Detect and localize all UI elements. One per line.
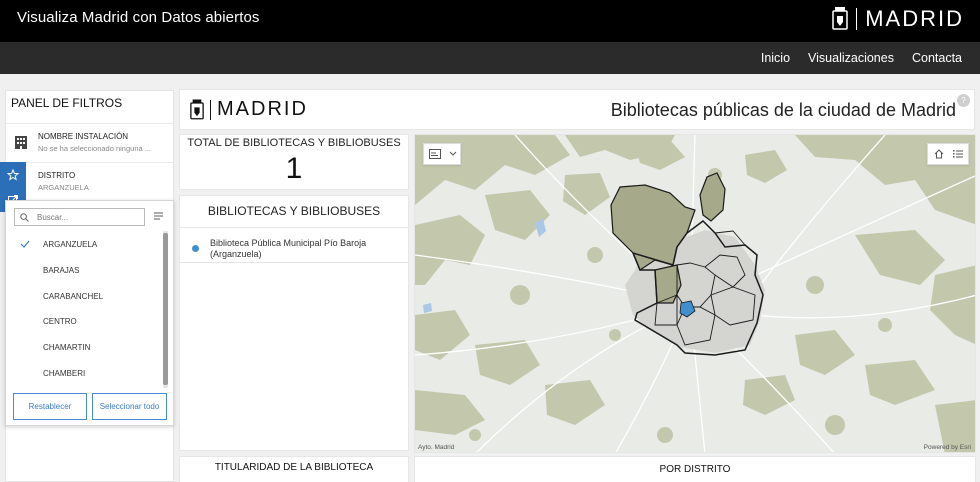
reset-button[interactable]: Restablecer [13, 393, 87, 420]
list-divider [180, 227, 408, 228]
option-label: ARGANZUELA [43, 240, 98, 249]
option-barajas[interactable]: BARAJAS [6, 258, 164, 283]
nav-link-contacta[interactable]: Contacta [912, 51, 962, 65]
option-carabanchel[interactable]: CARABANCHEL [6, 284, 164, 309]
madrid-brand-logo[interactable]: MADRID [832, 5, 964, 33]
map-attribution-esri[interactable]: Powered by Esri [924, 444, 971, 451]
top-header: Visualiza Madrid con Datos abiertos MADR… [0, 0, 980, 42]
district-chart-title: POR DISTRITO [659, 464, 731, 475]
search-field[interactable] [14, 208, 145, 226]
kpi-total-card: TOTAL DE BIBLIOTECAS Y BIBLIOBUSES 1 [179, 134, 409, 190]
kpi-value: 1 [285, 152, 303, 185]
option-chamberi[interactable]: CHAMBERI [6, 361, 164, 386]
option-label: CHAMBERI [43, 369, 86, 378]
filter-label: DISTRITO [38, 171, 76, 180]
list-item[interactable]: Biblioteca Pública Municipal Pío Baroja … [180, 232, 408, 263]
search-icon [20, 213, 29, 222]
filter-panel-title: PANEL DE FILTROS [11, 96, 123, 110]
select-all-button[interactable]: Seleccionar todo [92, 393, 167, 420]
distrito-dropdown: ARGANZUELA BARAJAS CARABANCHEL CENTRO CH… [5, 200, 174, 426]
basemap-selector[interactable] [423, 143, 461, 165]
help-icon[interactable]: ? [957, 94, 970, 107]
site-title[interactable]: Visualiza Madrid con Datos abiertos [17, 9, 260, 26]
check-icon [20, 240, 30, 248]
scrollbar-thumb[interactable] [163, 233, 168, 385]
nav-link-visualizaciones[interactable]: Visualizaciones [808, 51, 894, 65]
building-icon [15, 136, 27, 149]
brand-wordmark: MADRID [865, 6, 964, 31]
kpi-label: TOTAL DE BIBLIOTECAS Y BIBLIOBUSES [187, 137, 401, 149]
map-card[interactable]: Ayto. Madrid Powered by Esri [414, 134, 976, 453]
basemap-icon [429, 149, 441, 159]
chevron-down-icon [449, 151, 457, 156]
map-canvas[interactable] [415, 135, 976, 453]
district-chart-card: POR DISTRITO [414, 456, 976, 482]
option-label: CARABANCHEL [43, 292, 104, 301]
option-label: BARAJAS [43, 266, 80, 275]
option-label: CHAMARTIN [43, 343, 91, 352]
option-chamartin[interactable]: CHAMARTIN [6, 335, 164, 360]
madrid-crest-icon [832, 7, 848, 30]
legend-list-icon[interactable] [953, 149, 963, 159]
option-label: CENTRO [43, 317, 77, 326]
home-icon[interactable] [934, 149, 944, 159]
list-title: BIBLIOTECAS Y BIBLIOBUSES [207, 204, 381, 218]
filter-label: NOMBRE INSTALACIÓN [38, 132, 129, 141]
logo-wordmark: MADRID [217, 98, 308, 120]
logo-separator [210, 99, 211, 120]
favorites-tab[interactable] [0, 162, 26, 187]
dashboard-header: MADRID Bibliotecas públicas de la ciudad… [179, 89, 975, 130]
star-icon [7, 168, 19, 181]
nav-bar: Inicio Visualizaciones Contacta [0, 42, 980, 74]
filter-item-distrito[interactable]: DISTRITO ARGANZUELA [6, 162, 174, 200]
filter-list-icon[interactable] [153, 210, 164, 221]
library-marker-icon [192, 245, 199, 252]
brand-separator [856, 8, 858, 30]
dashboard-logo: MADRID [190, 98, 308, 121]
ownership-card: TITULARIDAD DE LA BIBLIOTECA [179, 456, 409, 482]
library-list-card: BIBLIOTECAS Y BIBLIOBUSES Biblioteca Púb… [179, 195, 409, 451]
search-input[interactable] [37, 211, 142, 224]
filter-item-nombre-instalacion[interactable]: NOMBRE INSTALACIÓN No se ha seleccionado… [6, 123, 174, 161]
ownership-card-title: TITULARIDAD DE LA BIBLIOTECA [214, 462, 374, 473]
map-tools [927, 143, 969, 165]
option-arganzuela[interactable]: ARGANZUELA [6, 232, 164, 257]
option-centro[interactable]: CENTRO [6, 309, 164, 334]
list-item-label: Biblioteca Pública Municipal Pío Baroja … [210, 238, 367, 259]
map-attribution-source: Ayto. Madrid [418, 444, 455, 451]
madrid-crest-icon [190, 99, 204, 119]
filter-value: No se ha seleccionado ninguna ... [38, 144, 151, 153]
nav-link-inicio[interactable]: Inicio [761, 51, 790, 65]
options-scrollbar[interactable] [163, 231, 168, 388]
filter-value: ARGANZUELA [38, 183, 89, 192]
nav-links: Inicio Visualizaciones Contacta [761, 51, 962, 65]
dashboard-title: Bibliotecas públicas de la ciudad de Mad… [610, 100, 956, 120]
